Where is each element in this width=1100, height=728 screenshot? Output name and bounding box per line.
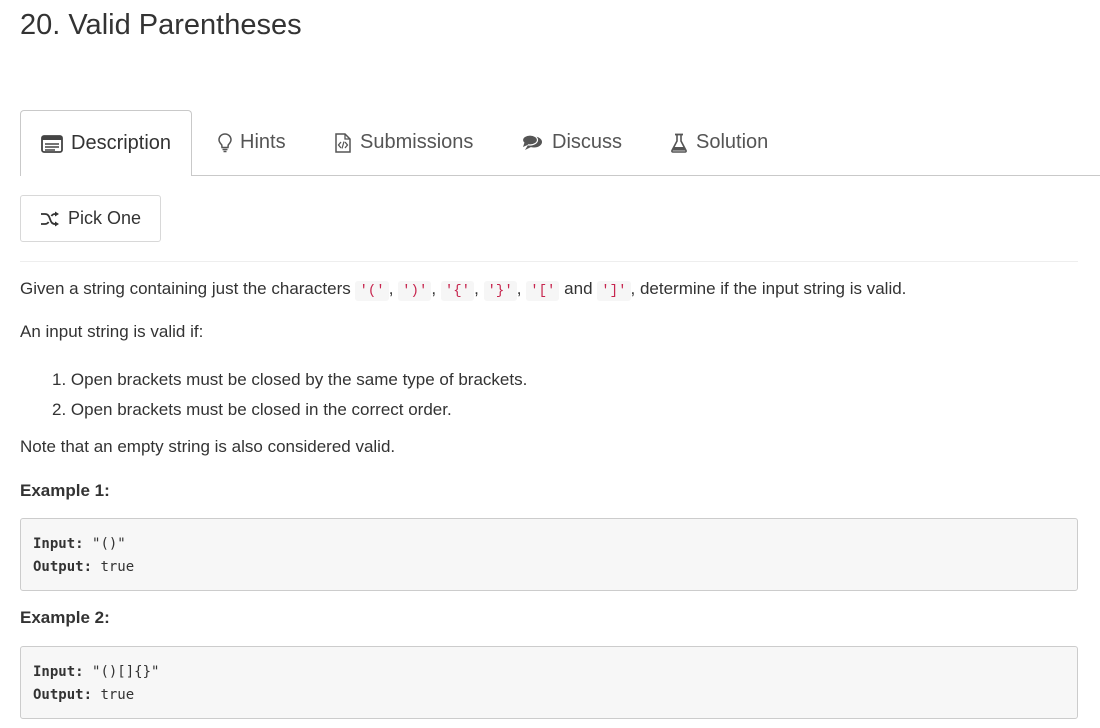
separator: , [474,279,479,298]
intro-text-end: , determine if the input string is valid… [630,279,907,298]
separator: , [388,279,394,298]
input-value: "()[]{}" [92,664,160,680]
description-icon [41,134,63,153]
tab-solution[interactable]: Solution [670,110,768,175]
shuffle-icon [40,211,60,227]
problem-tabs: Description Hints Submissions Discuss So… [20,110,1100,176]
tab-description[interactable]: Description [20,110,193,176]
separator: , [516,279,522,298]
input-label: Input: [33,664,84,680]
output-value: true [100,559,135,575]
example-1-code: Input: "()" Output: true [20,518,1078,591]
char-open-brace: '{' [440,281,475,301]
example-2-code: Input: "()[]{}" Output: true [20,646,1078,719]
problem-intro: Given a string containing just the chara… [20,278,906,302]
example-input-line: Input: "()" [33,533,1065,556]
char-close-bracket: ']' [597,281,631,301]
tab-discuss[interactable]: Discuss [522,110,622,175]
example-input-line: Input: "()[]{}" [33,661,1065,684]
example-output-line: Output: true [33,684,1065,707]
output-label: Output: [33,559,93,575]
tab-submissions-label: Submissions [360,131,474,153]
content-divider [20,261,1078,262]
rules-list: 1. Open brackets must be closed by the s… [52,365,527,425]
tab-hints-label: Hints [240,131,286,153]
tab-submissions[interactable]: Submissions [334,110,473,175]
input-value: "()" [92,536,126,552]
comments-icon [522,133,544,152]
tab-hints[interactable]: Hints [218,110,286,175]
char-close-paren: ')' [398,281,432,301]
example-2-heading: Example 2: [20,608,110,627]
tab-description-label: Description [71,132,172,154]
note-text: Note that an empty string is also consid… [20,437,396,456]
tab-discuss-label: Discuss [552,131,623,153]
code-file-icon [334,132,352,153]
input-label: Input: [33,536,84,552]
lightbulb-icon [218,132,232,153]
flask-icon [670,133,688,153]
char-open-bracket: '[' [526,281,560,301]
output-value: true [100,687,135,703]
valid-if-text: An input string is valid if: [20,322,204,341]
pick-one-label: Pick One [67,208,142,228]
char-open-paren: '(' [355,281,389,301]
example-output-line: Output: true [33,556,1065,579]
output-label: Output: [33,687,93,703]
intro-text: Given a string containing just the chara… [20,279,351,298]
rule-item: 1. Open brackets must be closed by the s… [52,370,528,389]
page-title: 20. Valid Parentheses [20,9,302,41]
tab-solution-label: Solution [696,131,769,153]
example-1-heading: Example 1: [20,481,110,500]
rule-item: 2. Open brackets must be closed in the c… [52,400,452,419]
and-text: and [564,279,593,298]
char-close-brace: '}' [483,281,517,301]
separator: , [431,279,437,298]
pick-one-button[interactable]: Pick One [20,195,161,242]
